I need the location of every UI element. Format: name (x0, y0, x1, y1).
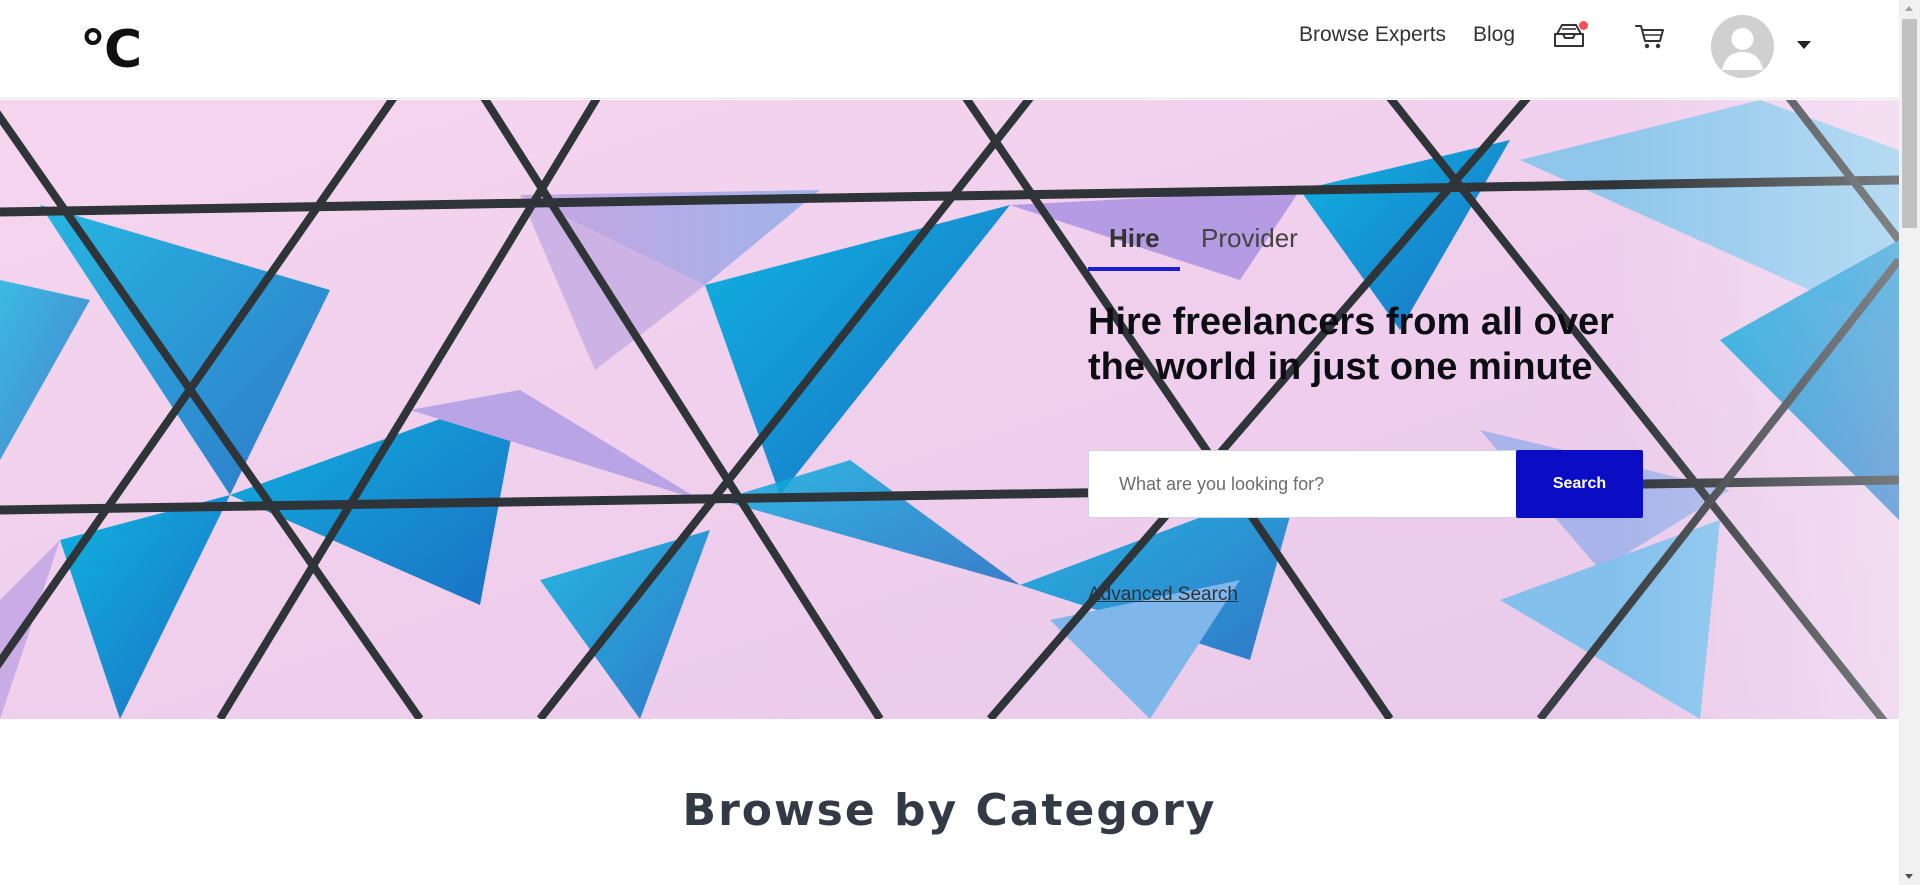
active-tab-indicator (1088, 267, 1180, 271)
scroll-up-arrow-icon[interactable] (1905, 6, 1913, 11)
inbox-icon[interactable] (1551, 20, 1588, 52)
cart-icon[interactable] (1632, 20, 1668, 52)
nav-blog[interactable]: Blog (1473, 22, 1515, 48)
advanced-search-link[interactable]: Advanced Search (1088, 584, 1238, 606)
hero-headline: Hire freelancers from all over the world… (1088, 301, 1614, 388)
scrollbar-thumb[interactable] (1902, 19, 1917, 228)
search-button[interactable]: Search (1516, 450, 1643, 518)
hero-background-image (0, 100, 1899, 719)
tab-hire[interactable]: Hire (1109, 222, 1160, 254)
page-scrollbar[interactable] (1899, 0, 1920, 885)
site-logo[interactable]: °C (80, 22, 142, 78)
hero-banner: Hire Provider Hire freelancers from all … (0, 100, 1899, 719)
tab-provider[interactable]: Provider (1201, 222, 1298, 254)
caret-down-icon[interactable] (1797, 41, 1811, 49)
avatar[interactable] (1711, 15, 1774, 78)
search-input[interactable] (1089, 451, 1517, 517)
section-title-browse-category: Browse by Category (682, 785, 1217, 836)
notification-dot (1579, 21, 1588, 30)
nav-browse-experts[interactable]: Browse Experts (1299, 22, 1446, 48)
search-bar: Search (1088, 450, 1643, 518)
site-header: °C Browse Experts Blog (0, 0, 1899, 99)
scroll-down-arrow-icon[interactable] (1905, 874, 1913, 879)
